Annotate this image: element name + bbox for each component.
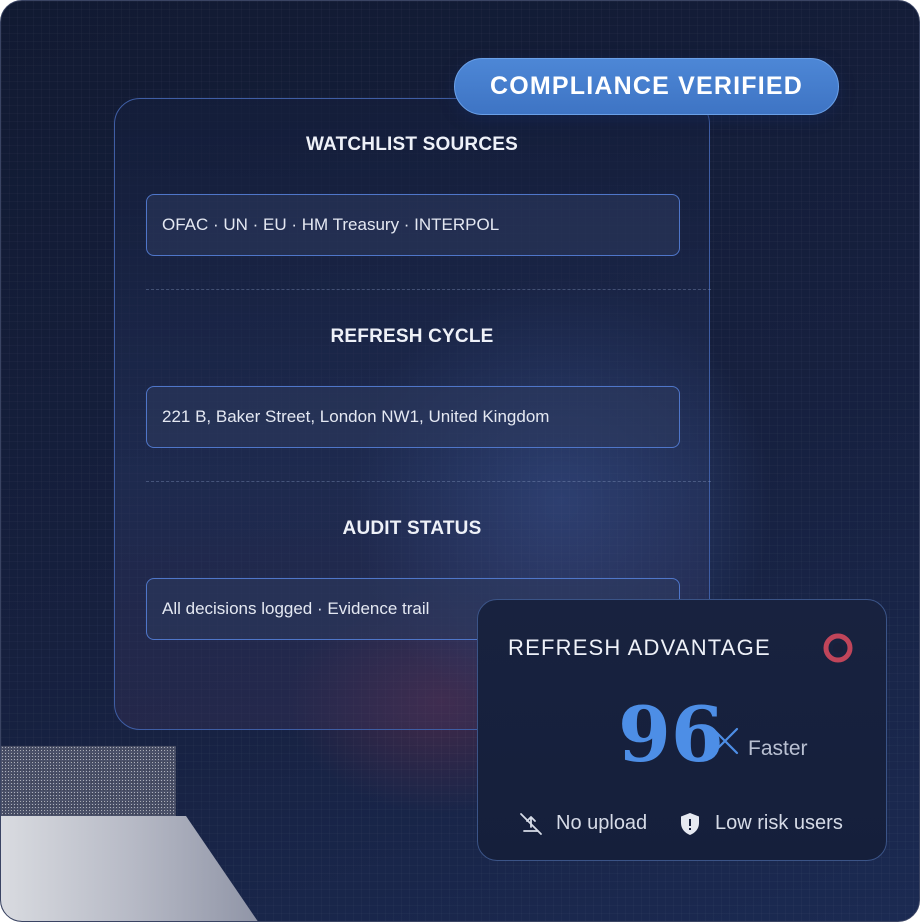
app-frame: WATCHLIST SOURCES OFAC · UN · EU · HM Tr… bbox=[0, 0, 920, 922]
feature-low-risk-users: Low risk users bbox=[715, 812, 843, 834]
section-title-watchlist: WATCHLIST SOURCES bbox=[305, 134, 519, 155]
section-divider bbox=[146, 289, 711, 290]
compliance-verified-badge: COMPLIANCE VERIFIED bbox=[454, 58, 839, 115]
refresh-cycle-field[interactable]: 221 B, Baker Street, London NW1, United … bbox=[146, 386, 680, 448]
section-title-audit: AUDIT STATUS bbox=[342, 518, 482, 539]
noise-texture bbox=[1, 746, 176, 821]
watchlist-sources-field[interactable]: OFAC · UN · EU · HM Treasury · INTERPOL bbox=[146, 194, 680, 256]
times-icon bbox=[711, 727, 739, 755]
feature-no-upload: No upload bbox=[556, 812, 648, 834]
ring-logo-icon bbox=[823, 633, 853, 663]
shield-icon bbox=[681, 813, 699, 835]
multiplier-unit: Faster bbox=[748, 737, 808, 760]
advantage-title: REFRESH ADVANTAGE bbox=[508, 635, 771, 660]
no-upload-icon bbox=[520, 813, 542, 835]
multiplier-value: 96 bbox=[618, 690, 724, 779]
section-title-refresh: REFRESH CYCLE bbox=[330, 326, 494, 347]
refresh-advantage-card: REFRESH ADVANTAGE 96 Faster No upload Lo… bbox=[477, 599, 887, 861]
section-divider bbox=[146, 481, 711, 482]
